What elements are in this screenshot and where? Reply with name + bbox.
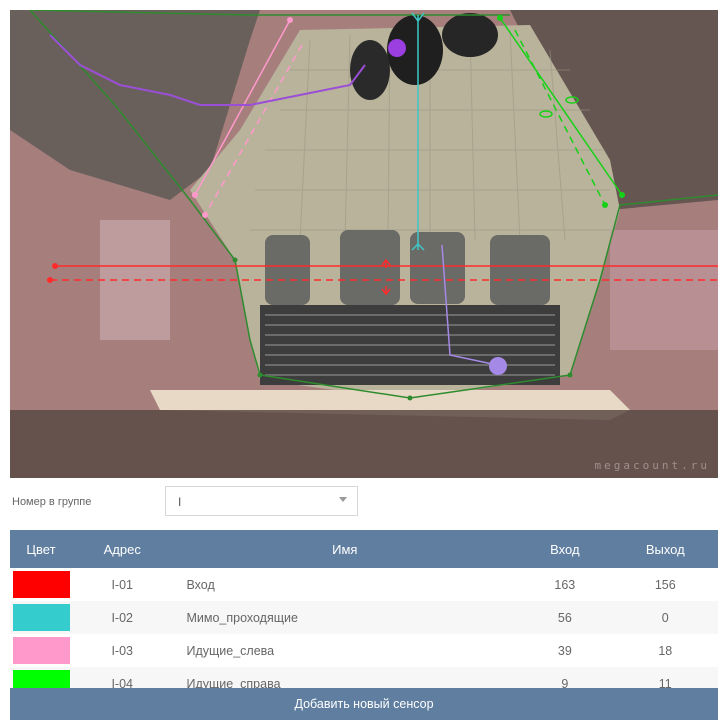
out-cell: 0: [612, 601, 718, 634]
in-cell: 56: [517, 601, 613, 634]
chevron-down-icon: [339, 497, 347, 502]
camera-watermark: megacount.ru: [594, 459, 710, 472]
name-cell: Идущие_слева: [172, 634, 518, 667]
table-row[interactable]: I-02 Мимо_проходящие 56 0: [10, 601, 718, 634]
out-cell: 156: [612, 568, 718, 601]
table-header-row: Цвет Адрес Имя Вход Выход: [10, 530, 718, 568]
color-cell: [10, 634, 72, 667]
in-cell: 163: [517, 568, 613, 601]
column-out: Выход: [612, 530, 718, 568]
address-cell: I-02: [71, 601, 173, 634]
color-cell: [10, 568, 72, 601]
table-row[interactable]: I-01 Вход 163 156: [10, 568, 718, 601]
column-name: Имя: [172, 530, 518, 568]
out-cell: 18: [612, 634, 718, 667]
column-in: Вход: [517, 530, 613, 568]
color-swatch[interactable]: [13, 571, 70, 598]
group-select[interactable]: I: [165, 486, 358, 516]
address-cell: I-01: [71, 568, 173, 601]
in-cell: 39: [517, 634, 613, 667]
name-cell: Вход: [172, 568, 518, 601]
color-swatch[interactable]: [13, 604, 70, 631]
column-color: Цвет: [10, 530, 72, 568]
camera-scene: [10, 10, 718, 478]
table-row[interactable]: I-03 Идущие_слева 39 18: [10, 634, 718, 667]
sensors-table: Цвет Адрес Имя Вход Выход I-01 Вход 163 …: [10, 530, 718, 700]
column-address: Адрес: [71, 530, 173, 568]
name-cell: Мимо_проходящие: [172, 601, 518, 634]
camera-view[interactable]: megacount.ru: [10, 10, 718, 478]
address-cell: I-03: [71, 634, 173, 667]
color-swatch[interactable]: [13, 637, 70, 664]
add-sensor-button[interactable]: Добавить новый сенсор: [10, 688, 718, 720]
group-select-value: I: [178, 495, 182, 509]
group-row: Номер в группе I: [0, 484, 718, 520]
color-cell: [10, 601, 72, 634]
group-label: Номер в группе: [12, 496, 92, 508]
